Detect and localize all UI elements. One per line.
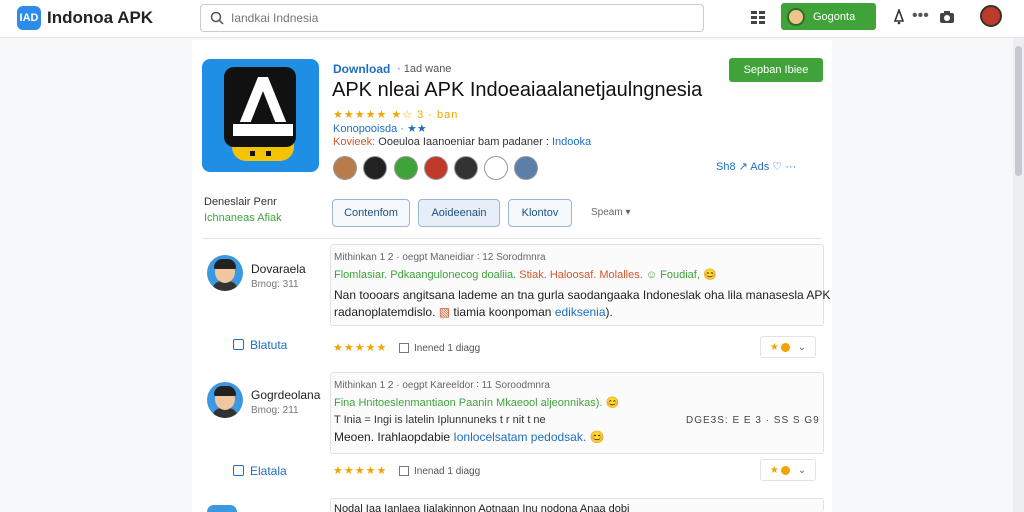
contributor-avatar[interactable] xyxy=(454,156,478,180)
more-icon[interactable]: ••• xyxy=(912,7,929,25)
tab-content[interactable]: Contenfom xyxy=(332,199,410,227)
camera-icon[interactable] xyxy=(939,9,955,25)
review-code: DGE3S: E E 3 · SS S G9 xyxy=(686,415,820,426)
review-date: Bmog: 211 xyxy=(251,405,299,416)
review-tags: Flomlasiar. Pdkaangulonecog doaliia. Sti… xyxy=(334,268,717,281)
review-tags: Fina Hnitoeslenmantiaon Paanin Mkaeool a… xyxy=(334,396,619,409)
brand-name[interactable]: Indonoa APK xyxy=(47,8,153,28)
search-box[interactable] xyxy=(200,4,704,32)
review-stars: ★★★★★ xyxy=(333,342,388,354)
chevron-down-icon: ⌄ xyxy=(797,341,807,353)
review-text: Meoen. Irahlaopdabie Ionlocelsatam pedod… xyxy=(334,430,604,444)
bell-icon[interactable] xyxy=(892,9,906,25)
search-input[interactable] xyxy=(231,9,691,27)
logo-text: IAD xyxy=(19,12,39,24)
review-calendar-link[interactable]: Elatala xyxy=(233,464,287,478)
reviewer-avatar[interactable] xyxy=(207,505,237,512)
description-line: Kovieek: Ooeuloa Iaanoeniar bam padaner … xyxy=(333,136,591,148)
review-emoji: 😊 xyxy=(586,430,605,444)
user-mini-avatar xyxy=(787,7,805,26)
helpful-checkbox[interactable] xyxy=(399,466,409,476)
contributor-avatar[interactable] xyxy=(514,156,538,180)
divider xyxy=(202,238,822,239)
tab-history[interactable]: Klontov xyxy=(508,199,572,227)
calendar-icon xyxy=(233,465,244,476)
chevron-down-icon: ⌄ xyxy=(797,464,807,476)
review-text-part: radanoplatemdislo. xyxy=(334,305,439,319)
tab-recommended[interactable]: Aoideenain xyxy=(418,199,500,227)
review-text-link[interactable]: ediksenia xyxy=(555,305,606,319)
review-tags-green2: ☺ Foudiaf, xyxy=(645,269,700,281)
review-meta: Mithinkan 1 2 · oegpt Maneidiar ∶ 12 Sor… xyxy=(334,252,546,263)
contributor-avatar[interactable] xyxy=(363,156,387,180)
helpful-label: Inenad 1 diagg xyxy=(414,466,481,477)
review-stars: ★★★★★ xyxy=(333,465,388,477)
reviewer-name[interactable]: Dovaraela xyxy=(251,262,306,276)
calendar-icon xyxy=(233,339,244,350)
review-text: Nan toooars angitsana lademe an tna gurl… xyxy=(334,288,831,302)
sidebar-sublabel[interactable]: Ichnaneas Afiak xyxy=(204,212,282,224)
user-button-label: Gogonta xyxy=(813,10,856,23)
profile-avatar[interactable] xyxy=(980,5,1002,27)
rating-row: ★★★★★ ★☆ 3 · ban xyxy=(333,108,458,121)
grid-icon[interactable] xyxy=(750,9,766,25)
share-actions[interactable]: Sh8 ↗ Ads ♡ ··· xyxy=(716,160,796,173)
contributor-avatar[interactable] xyxy=(484,156,508,180)
contributor-avatar[interactable] xyxy=(394,156,418,180)
contributor-avatar[interactable] xyxy=(424,156,448,180)
review-tags-green: Fina Hnitoeslenmantiaon Paanin Mkaeool a… xyxy=(334,397,620,409)
sort-dropdown[interactable]: Speam ▾ xyxy=(591,207,630,218)
helpful-label: Inened 1 diagg xyxy=(414,343,481,354)
review-calendar-link[interactable]: Blatuta xyxy=(233,338,287,352)
app-icon-image xyxy=(202,59,319,172)
app-title: APK nleai APK Indoeaiaalanetjaulngnesia xyxy=(332,79,703,101)
review-tags-line2: T Inia = Ingi is latelin Iplunnuneks t r… xyxy=(334,414,546,426)
reaction-button[interactable]: ★ ⌄ xyxy=(760,459,816,481)
app-logo-graphic xyxy=(224,67,296,161)
review-text: Nodal Iaa Ianlaea Iialakinnon Aotnaan In… xyxy=(334,503,630,512)
reviewer-avatar[interactable] xyxy=(207,255,243,291)
user-account-button[interactable]: Gogonta xyxy=(781,3,876,30)
reviewer-avatar[interactable] xyxy=(207,382,243,418)
helpful-checkbox[interactable] xyxy=(399,343,409,353)
review-tags-red: Stiak. Haloosaf. Molalles. xyxy=(519,269,646,281)
top-bar: IAD Indonoa APK Gogonta ••• xyxy=(0,0,1024,38)
search-icon xyxy=(210,11,224,25)
app-logo-icon[interactable]: IAD xyxy=(17,6,41,30)
rating-stars: ★★★★★ ★☆ 3 · ban xyxy=(333,109,459,121)
reaction-button[interactable]: ★ ⌄ xyxy=(760,336,816,358)
review-text-link[interactable]: Ionlocelsatam pedodsak. xyxy=(453,430,586,444)
review-text-part: Meoen. Irahlaopdabie xyxy=(334,430,454,444)
desc-link[interactable]: Indooka xyxy=(552,136,591,148)
contributor-avatar[interactable] xyxy=(333,156,357,180)
reviewer-name[interactable]: Gogrdeolana xyxy=(251,388,320,402)
review-link-label: Elatala xyxy=(250,464,287,478)
review-text-line2: radanoplatemdislo. ▧ tiamia koonpoman ed… xyxy=(334,305,613,319)
desc-text: Ooeuloa Iaanoeniar bam padaner : xyxy=(378,136,549,148)
sidebar-label: Deneslair Penr xyxy=(204,196,277,208)
review-text-icon: ▧ xyxy=(438,305,451,319)
scrollbar-thumb[interactable] xyxy=(1015,46,1022,176)
download-link[interactable]: Download xyxy=(333,62,390,76)
review-meta: Mithinkan 1 2 · oegpt Kareeldor ∶ 11 Sor… xyxy=(334,380,550,391)
install-button[interactable]: Sepban Ibiee xyxy=(729,58,823,82)
review-text-part: tiamia koonpoman xyxy=(450,305,555,319)
review-tags-green: Flomlasiar. Pdkaangulonecog doaliia. xyxy=(334,269,520,281)
desc-label: Kovieek: xyxy=(333,136,376,148)
review-link-label: Blatuta xyxy=(250,338,288,352)
contributor-avatars xyxy=(333,156,543,182)
review-text-part: ). xyxy=(605,305,613,319)
review-emoji: 😊 xyxy=(699,269,717,281)
download-sub: · 1ad wane xyxy=(397,63,452,75)
tag-line[interactable]: Konopooisda · ★★ xyxy=(333,122,427,135)
review-date: Bmog: 311 xyxy=(251,279,299,290)
